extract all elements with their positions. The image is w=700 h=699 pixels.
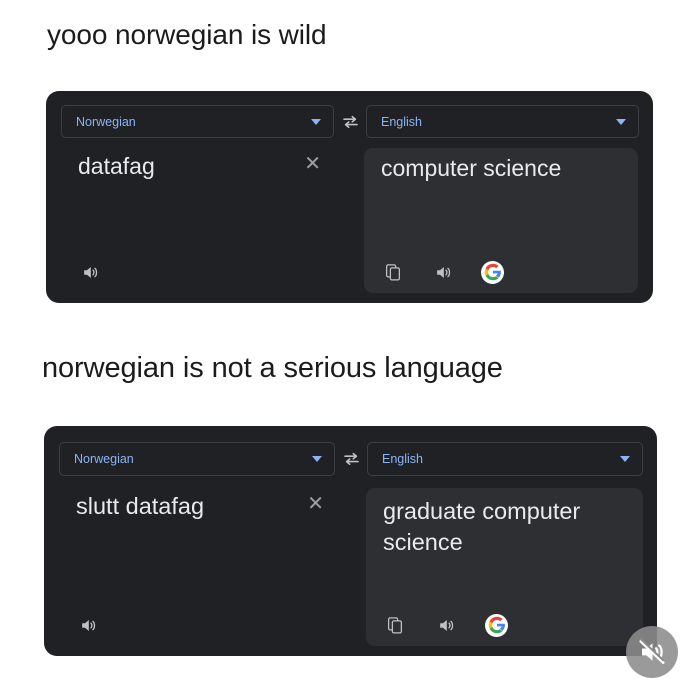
card-body: slutt datafag ✕ graduate computer scienc… (59, 488, 657, 646)
result-pane-1: computer science (364, 148, 638, 293)
translate-card-1: Norwegian English datafag ✕ computer sci… (46, 91, 653, 303)
copy-result-button-2[interactable] (383, 613, 407, 637)
swap-languages-button-1[interactable] (334, 115, 366, 129)
language-bar: Norwegian English (61, 105, 639, 138)
swap-horizontal-icon (343, 452, 359, 465)
chevron-down-icon (311, 118, 321, 125)
source-pane-1: datafag ✕ (61, 148, 364, 293)
speaker-icon (83, 266, 97, 278)
caption-bottom: norwegian is not a serious language (42, 352, 503, 384)
listen-source-button-1[interactable] (78, 260, 102, 284)
speaker-icon (436, 266, 450, 278)
mute-overlay-button[interactable] (626, 626, 678, 678)
translate-card-2: Norwegian English slutt datafag ✕ gradua… (44, 426, 657, 656)
google-g-icon (484, 263, 501, 281)
target-language-label: English (382, 452, 423, 466)
speaker-muted-icon (639, 638, 665, 664)
listen-result-button-1[interactable] (431, 260, 455, 284)
source-language-select-1[interactable]: Norwegian (61, 105, 334, 138)
clear-source-button-2[interactable]: ✕ (307, 494, 324, 514)
caption-top: yooo norwegian is wild (47, 19, 327, 50)
listen-source-button-2[interactable] (76, 613, 100, 637)
listen-result-button-2[interactable] (434, 613, 458, 637)
speaker-icon (81, 619, 95, 631)
chevron-down-icon (620, 456, 630, 462)
result-pane-2: graduate computer science (366, 488, 643, 646)
swap-languages-button-2[interactable] (335, 452, 367, 466)
source-language-select-2[interactable]: Norwegian (59, 442, 335, 476)
source-actions-2 (76, 613, 100, 637)
copy-icon (385, 264, 401, 281)
chevron-down-icon (312, 456, 322, 462)
source-language-label: Norwegian (76, 114, 136, 129)
result-actions-1 (381, 260, 504, 284)
target-language-select-2[interactable]: English (367, 442, 643, 476)
swap-horizontal-icon (342, 115, 358, 128)
result-text-2: graduate computer science (383, 498, 581, 555)
google-translate-button-1[interactable] (481, 260, 504, 284)
result-text-1: computer science (381, 155, 562, 181)
card-body: datafag ✕ computer science (61, 148, 653, 293)
google-translate-button-2[interactable] (485, 613, 508, 637)
chevron-down-icon (616, 118, 626, 125)
google-g-icon (488, 616, 505, 634)
source-actions-1 (78, 260, 102, 284)
source-language-label: Norwegian (74, 452, 134, 466)
meme-page: yooo norwegian is wild Norwegian English (0, 0, 700, 699)
copy-icon (387, 617, 403, 634)
target-language-label: English (381, 114, 422, 129)
result-actions-2 (383, 613, 508, 637)
copy-result-button-1[interactable] (381, 260, 405, 284)
target-language-select-1[interactable]: English (366, 105, 639, 138)
source-pane-2: slutt datafag ✕ (59, 488, 366, 646)
language-bar: Norwegian English (59, 442, 643, 476)
speaker-icon (439, 619, 453, 631)
clear-source-button-1[interactable]: ✕ (304, 154, 321, 174)
